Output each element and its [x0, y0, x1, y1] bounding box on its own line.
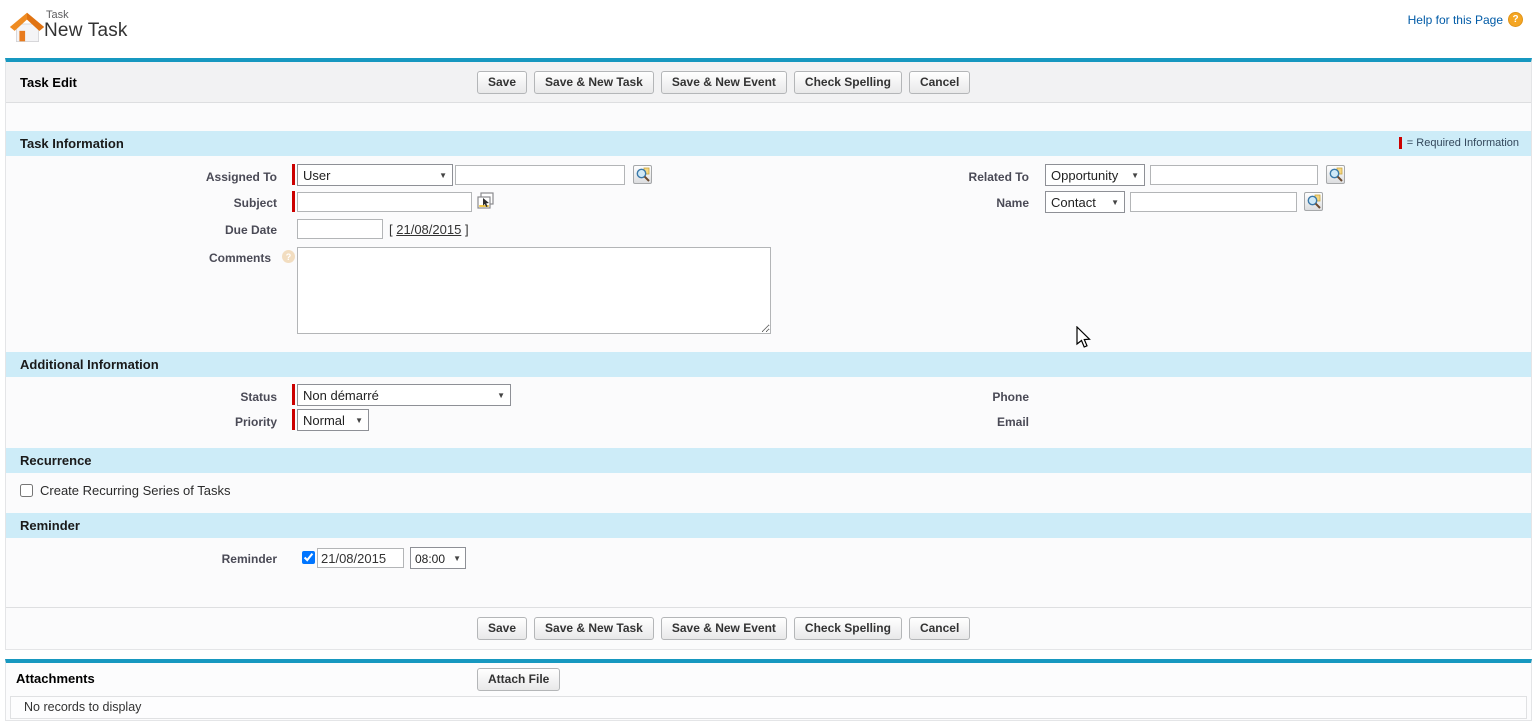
bottom-button-row: Save Save & New Task Save & New Event Ch…	[477, 617, 971, 640]
check-spelling-button-bottom[interactable]: Check Spelling	[793, 617, 902, 640]
comments-textarea[interactable]	[297, 247, 771, 334]
task-edit-title: Task Edit	[20, 75, 77, 90]
save-new-task-button[interactable]: Save & New Task	[534, 71, 654, 94]
attachments-title: Attachments	[16, 671, 95, 686]
assigned-to-input[interactable]	[455, 165, 625, 185]
name-type-select[interactable]: Contact ▼	[1045, 191, 1125, 213]
attach-file-button[interactable]: Attach File	[477, 668, 561, 691]
save-new-event-button-bottom[interactable]: Save & New Event	[660, 617, 787, 640]
email-label: Email	[996, 415, 1029, 429]
subject-input[interactable]	[297, 192, 472, 212]
due-date-input[interactable]	[297, 219, 383, 239]
task-information-title: Task Information	[20, 136, 124, 151]
bottom-divider	[6, 607, 1531, 608]
save-new-event-button[interactable]: Save & New Event	[660, 71, 787, 94]
cancel-button[interactable]: Cancel	[908, 71, 971, 94]
dropdown-arrow-icon: ▼	[1131, 171, 1139, 180]
related-to-input[interactable]	[1150, 165, 1318, 185]
recurrence-title: Recurrence	[20, 453, 92, 468]
reminder-date-input[interactable]	[317, 548, 404, 568]
additional-information-header: Additional Information	[6, 352, 1531, 377]
additional-information-title: Additional Information	[20, 357, 159, 372]
reminder-checkbox[interactable]	[302, 551, 315, 564]
name-input[interactable]	[1130, 192, 1297, 212]
new-task-page: Task New Task Help for this Page ? Task …	[0, 0, 1537, 727]
task-edit-block: Task Edit Save Save & New Task Save & Ne…	[5, 58, 1532, 650]
comments-label: Comments	[208, 251, 271, 265]
reminder-time-select[interactable]: 08:00 ▼	[410, 547, 466, 569]
related-to-type-select[interactable]: Opportunity ▼	[1045, 164, 1145, 186]
cancel-button-bottom[interactable]: Cancel	[908, 617, 971, 640]
related-to-label: Related To	[968, 170, 1029, 184]
check-spelling-button[interactable]: Check Spelling	[793, 71, 902, 94]
assigned-to-lookup-icon[interactable]	[633, 165, 652, 184]
reminder-header: Reminder	[6, 513, 1531, 538]
required-bar-icon	[1398, 137, 1402, 149]
status-select[interactable]: Non démarré ▼	[297, 384, 511, 406]
attachments-block: Attachments Attach File No records to di…	[5, 659, 1532, 721]
subject-required-bar	[292, 191, 295, 212]
related-to-lookup-icon[interactable]	[1326, 165, 1345, 184]
comments-help-icon[interactable]: ?	[282, 250, 295, 263]
assigned-to-label: Assigned To	[205, 170, 277, 184]
help-for-this-page-link[interactable]: Help for this Page	[1408, 13, 1503, 27]
subject-combobox-picker-icon[interactable]	[476, 192, 496, 212]
top-button-row: Save Save & New Task Save & New Event Ch…	[477, 71, 971, 94]
assigned-to-type-select[interactable]: User ▼	[297, 164, 453, 186]
help-question-icon[interactable]: ?	[1508, 12, 1523, 27]
due-date-label: Due Date	[224, 223, 277, 237]
status-required-bar	[292, 384, 295, 405]
due-date-today-wrap: [ 21/08/2015 ]	[389, 222, 469, 237]
subject-label: Subject	[233, 196, 277, 210]
name-label: Name	[996, 196, 1029, 210]
recurrence-checkbox[interactable]	[20, 484, 33, 497]
help-area: Help for this Page ?	[1408, 12, 1523, 27]
name-lookup-icon[interactable]	[1304, 192, 1323, 211]
dropdown-arrow-icon: ▼	[1111, 198, 1119, 207]
dropdown-arrow-icon: ▼	[439, 171, 447, 180]
status-label: Status	[240, 390, 277, 404]
dropdown-arrow-icon: ▼	[497, 391, 505, 400]
priority-select[interactable]: Normal ▼	[297, 409, 369, 431]
reminder-title: Reminder	[20, 518, 80, 533]
reminder-label: Reminder	[221, 552, 277, 566]
task-information-header: Task Information = Required Information	[6, 131, 1531, 156]
task-edit-header-row: Task Edit Save Save & New Task Save & Ne…	[6, 62, 1531, 103]
priority-required-bar	[292, 409, 295, 430]
save-button[interactable]: Save	[477, 71, 528, 94]
recurrence-header: Recurrence	[6, 448, 1531, 473]
assigned-to-required-bar	[292, 164, 295, 185]
save-new-task-button-bottom[interactable]: Save & New Task	[534, 617, 654, 640]
required-legend: = Required Information	[1398, 137, 1519, 149]
save-button-bottom[interactable]: Save	[477, 617, 528, 640]
due-date-today-link[interactable]: 21/08/2015	[396, 222, 461, 237]
task-home-icon	[9, 12, 45, 42]
dropdown-arrow-icon: ▼	[453, 554, 461, 563]
phone-label: Phone	[992, 390, 1029, 404]
priority-label: Priority	[234, 415, 277, 429]
page-title: New Task	[44, 20, 128, 41]
recurrence-checkbox-label: Create Recurring Series of Tasks	[40, 483, 231, 498]
dropdown-arrow-icon: ▼	[355, 416, 363, 425]
attachments-empty-row: No records to display	[10, 696, 1527, 719]
